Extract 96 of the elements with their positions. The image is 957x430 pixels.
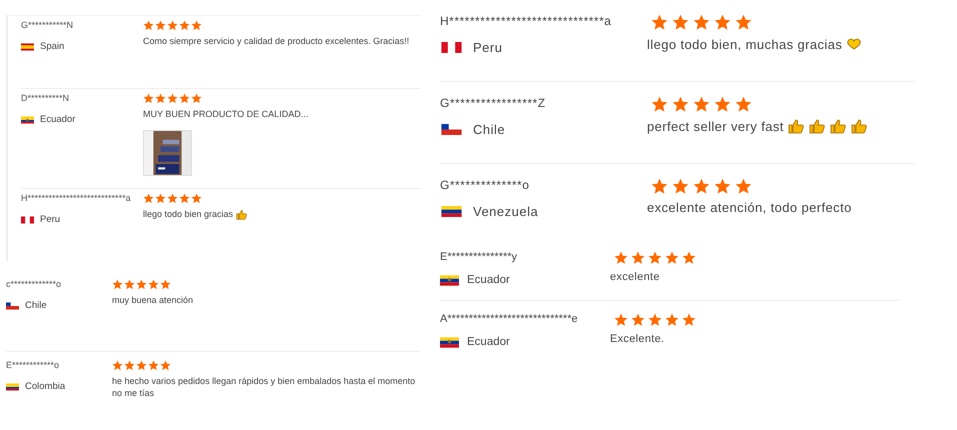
star-icon xyxy=(191,20,202,31)
flag-icon xyxy=(440,124,463,135)
star-icon xyxy=(651,178,668,195)
country-name: Ecuador xyxy=(40,114,76,125)
reviewer-name: H******************************a xyxy=(440,14,612,28)
star-icon xyxy=(735,178,752,195)
flag-icon xyxy=(440,42,463,53)
reviewer-name: c*************o xyxy=(6,279,62,290)
thumbs-up-icon xyxy=(786,118,805,134)
star-icon xyxy=(614,251,628,265)
country-name: Venezuela xyxy=(473,204,538,219)
heart-icon xyxy=(845,36,864,52)
flag-icon xyxy=(440,274,459,286)
star-icon xyxy=(124,360,135,371)
reviewer-name: E************o xyxy=(6,360,60,371)
star-icon xyxy=(179,20,190,31)
star-icon xyxy=(136,360,147,371)
star-icon xyxy=(143,93,154,104)
star-icon xyxy=(136,279,147,290)
star-icon xyxy=(714,178,731,195)
star-icon xyxy=(160,360,171,371)
star-icon xyxy=(651,96,668,113)
review-comment: Excelente. xyxy=(610,333,664,345)
thumbs-up-icon xyxy=(808,118,826,134)
star-icon xyxy=(155,93,166,104)
star-icon xyxy=(191,93,202,104)
star-icon xyxy=(160,279,171,290)
review-comment: llego todo bien, muchas gracias xyxy=(647,36,842,52)
country-name: Chile xyxy=(25,300,47,311)
star-icon xyxy=(148,279,159,290)
star-icon xyxy=(148,360,159,371)
star-icon xyxy=(179,193,190,204)
star-icon xyxy=(167,193,178,204)
country-name: Colombia xyxy=(25,381,66,392)
flag-icon xyxy=(21,216,34,224)
flag-icon xyxy=(21,42,34,50)
star-icon xyxy=(631,251,645,265)
star-icon xyxy=(714,96,731,113)
star-icon xyxy=(672,14,689,31)
star-icon xyxy=(682,313,696,327)
flag-icon xyxy=(6,302,19,310)
country-name: Peru xyxy=(40,214,60,225)
star-icon xyxy=(614,313,628,327)
star-icon xyxy=(735,96,752,113)
country-name: Chile xyxy=(473,122,506,137)
flag-icon xyxy=(6,382,19,390)
star-icon xyxy=(143,20,154,31)
star-icon xyxy=(143,193,154,204)
flag-icon xyxy=(440,336,459,348)
star-icon xyxy=(155,193,166,204)
reviewer-name: G*****************Z xyxy=(440,96,547,110)
star-icon xyxy=(665,251,679,265)
star-icon xyxy=(735,14,752,31)
star-icon xyxy=(672,178,689,195)
country-name: Ecuador xyxy=(467,336,510,348)
star-icon xyxy=(155,20,166,31)
flag-icon xyxy=(440,206,463,217)
star-icon xyxy=(167,20,178,31)
review-comment: perfect seller very fast xyxy=(647,118,784,134)
review-comment: MUY BUEN PRODUCTO DE CALIDAD... xyxy=(143,108,308,120)
reviewer-name: D**********N xyxy=(21,93,70,104)
reviewer-name: H****************************a xyxy=(21,193,132,204)
review-comment: excelente xyxy=(610,271,660,283)
reviewer-name: A*****************************e xyxy=(440,313,579,326)
star-icon xyxy=(124,279,135,290)
star-icon xyxy=(112,360,123,371)
country-name: Ecuador xyxy=(467,274,510,286)
review-comment: he hecho varios pedidos llegan rápidos y bien embalados hasta el momento no me tías xyxy=(112,375,416,399)
country-name: Peru xyxy=(473,40,502,55)
review-comment: llego todo bien gracias xyxy=(143,208,234,220)
star-icon xyxy=(179,93,190,104)
star-icon xyxy=(672,96,689,113)
reviewer-name: E***************y xyxy=(440,251,518,264)
flag-icon xyxy=(21,116,34,124)
star-icon xyxy=(631,313,645,327)
star-icon xyxy=(693,178,710,195)
review-comment: muy buena atención xyxy=(112,294,194,306)
star-icon xyxy=(167,93,178,104)
thumbs-up-icon xyxy=(236,208,248,220)
star-icon xyxy=(693,14,710,31)
star-icon xyxy=(665,313,679,327)
review-comment: Como siempre servicio y calidad de producto excelentes. Gracias!! xyxy=(143,35,410,47)
reviewer-name: G***********N xyxy=(21,20,74,31)
star-icon xyxy=(714,14,731,31)
reviewer-name: G**************o xyxy=(440,178,530,192)
star-icon xyxy=(191,193,202,204)
star-icon xyxy=(112,279,123,290)
star-icon xyxy=(648,313,662,327)
star-icon xyxy=(693,96,710,113)
star-icon xyxy=(648,251,662,265)
star-icon xyxy=(651,14,668,31)
thumbs-up-icon xyxy=(828,118,847,134)
thumbs-up-icon xyxy=(850,118,868,134)
country-name: Spain xyxy=(40,41,64,52)
star-icon xyxy=(682,251,696,265)
review-comment: excelente atención, todo perfecto xyxy=(647,200,852,215)
